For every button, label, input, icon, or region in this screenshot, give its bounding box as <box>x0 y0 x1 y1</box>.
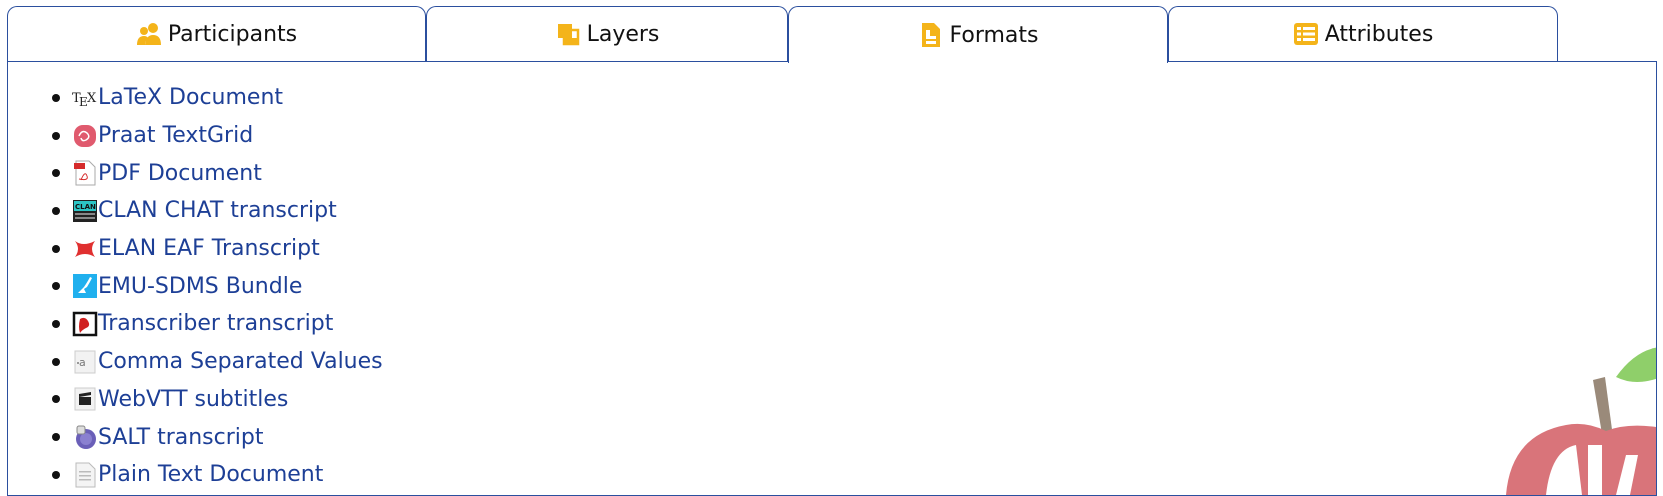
format-link-clan[interactable]: CLAN CHAT transcript <box>98 198 337 223</box>
tab-participants[interactable]: Participants <box>7 6 426 61</box>
tex-icon: TEX <box>72 85 98 111</box>
transcriber-icon <box>72 311 98 337</box>
tab-layers[interactable]: Layers <box>426 6 788 61</box>
format-link-webvtt[interactable]: WebVTT subtitles <box>98 387 288 412</box>
csv-icon: a <box>72 349 98 375</box>
bullet <box>52 93 60 102</box>
bullet <box>52 319 60 328</box>
list-item: Plain Text Document <box>52 456 383 494</box>
format-link-praat[interactable]: Praat TextGrid <box>98 123 253 148</box>
clan-icon: CLAN <box>72 198 98 224</box>
bullet <box>52 244 60 253</box>
svg-text:X: X <box>87 91 97 106</box>
elan-icon <box>72 236 98 262</box>
emu-icon <box>72 273 98 299</box>
format-link-elan[interactable]: ELAN EAF Transcript <box>98 236 320 261</box>
layers-icon <box>555 21 581 47</box>
svg-text:a: a <box>79 356 86 369</box>
formats-icon <box>918 22 944 48</box>
list-item: WebVTT subtitles <box>52 381 383 419</box>
list-item: TEX LaTeX Document <box>52 79 383 117</box>
format-link-pdf[interactable]: PDF Document <box>98 161 262 186</box>
tab-attributes-label: Attributes <box>1324 21 1434 47</box>
clapperboard-icon <box>72 386 98 412</box>
format-link-plain-text[interactable]: Plain Text Document <box>98 462 323 487</box>
formats-panel: TEX LaTeX Document Praat TextGrid PDF Do… <box>7 61 1657 496</box>
svg-text:CLAN: CLAN <box>75 203 96 211</box>
list-item: SALT transcript <box>52 418 383 456</box>
format-link-emu[interactable]: EMU-SDMS Bundle <box>98 274 302 299</box>
list-item: Praat TextGrid <box>52 117 383 155</box>
bullet <box>52 433 60 442</box>
list-item: a Comma Separated Values <box>52 343 383 381</box>
list-item: EMU-SDMS Bundle <box>52 267 383 305</box>
list-item: Transcriber transcript <box>52 305 383 343</box>
format-link-transcriber[interactable]: Transcriber transcript <box>98 311 333 336</box>
formats-list: TEX LaTeX Document Praat TextGrid PDF Do… <box>52 79 383 494</box>
salt-icon <box>72 424 98 450</box>
bullet <box>52 169 60 178</box>
pdf-icon <box>72 160 98 186</box>
tab-formats-label: Formats <box>949 22 1039 48</box>
bullet <box>52 357 60 366</box>
bullet <box>52 282 60 291</box>
list-item: ELAN EAF Transcript <box>52 230 383 268</box>
tab-attributes[interactable]: Attributes <box>1168 6 1558 61</box>
text-document-icon <box>72 462 98 488</box>
tab-formats[interactable]: Formats <box>788 6 1168 63</box>
format-link-csv[interactable]: Comma Separated Values <box>98 349 383 374</box>
list-item: CLAN CLAN CHAT transcript <box>52 192 383 230</box>
tab-bar: Participants Layers Formats Attributes <box>7 6 1656 63</box>
apple-logo-decoration <box>1466 345 1656 495</box>
attributes-icon <box>1293 21 1319 47</box>
bullet <box>52 206 60 215</box>
praat-icon <box>72 123 98 149</box>
format-link-salt[interactable]: SALT transcript <box>98 425 263 450</box>
bullet <box>52 131 60 140</box>
list-item: PDF Document <box>52 154 383 192</box>
tab-participants-label: Participants <box>167 21 298 47</box>
bullet <box>52 470 60 479</box>
participants-icon <box>136 21 162 47</box>
tab-layers-label: Layers <box>586 21 660 47</box>
bullet <box>52 395 60 404</box>
format-link-latex[interactable]: LaTeX Document <box>98 85 283 110</box>
